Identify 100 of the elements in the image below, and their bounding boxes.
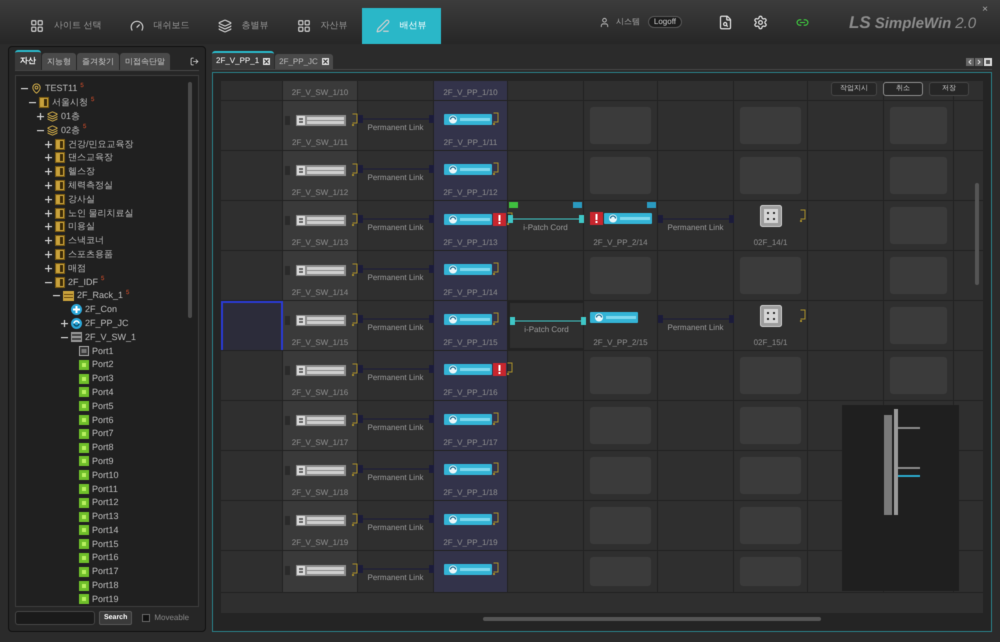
tree-item[interactable]: Port5 [92,402,114,411]
tree-item[interactable]: Port9 [92,456,114,466]
device-label: 2F_V_PP_2/14 [592,239,649,247]
expand-icon[interactable] [44,154,52,162]
tree-item[interactable]: 체력측정실 [68,180,113,190]
tree-item[interactable]: 2F_V_SW_1 [85,332,136,342]
grid-icon [30,19,44,33]
link-label: Permanent Link [366,422,425,434]
expand-icon[interactable] [44,140,52,148]
patch-panel-icon [604,213,652,224]
device-label: 02F_14/1 [752,239,788,247]
expand-icon[interactable] [44,168,52,176]
tree-item[interactable]: 건강/민요교육장 [68,140,134,149]
patch-cord-cell[interactable]: i-Patch Cord [508,201,584,250]
settings-icon[interactable] [753,14,768,30]
connector-icon [352,113,358,127]
tree-item[interactable]: 강사실 [68,194,95,204]
switch-icon [296,514,346,526]
tree-item[interactable]: Port3 [92,374,114,384]
search-field[interactable] [15,611,95,625]
door-icon [55,276,65,288]
tree-item[interactable]: Port1 [92,346,114,356]
tree-item[interactable]: TEST11 [45,84,78,94]
patch-panel-icon [444,514,492,524]
expand-icon[interactable] [44,182,52,189]
panel-tab[interactable]: 자산 [15,50,41,70]
tree-item[interactable]: 미용실 [68,222,95,232]
tree-item[interactable]: 01층 [61,112,80,121]
device-label: 2F_V_PP_1/16 [442,389,499,397]
expand-icon[interactable] [44,196,52,203]
expand-icon[interactable] [44,264,52,272]
tree-item[interactable]: 스포츠용품 [68,250,113,259]
nav-tab[interactable]: 사이트 선택 [16,8,116,44]
tree-item[interactable]: Port14 [92,526,119,535]
patch-panel-icon [590,312,638,323]
tree-item[interactable]: Port19 [92,594,119,604]
tree-item[interactable]: Port11 [92,484,118,494]
document-tab[interactable]: 2F_V_PP_1 [212,51,274,69]
panel-tab[interactable]: 즐겨찾기 [77,53,119,70]
expand-icon[interactable] [44,223,52,230]
connector-icon [800,309,806,323]
close-button[interactable]: × [982,2,988,17]
report-icon[interactable] [718,14,734,30]
tree-item[interactable]: 매점 [68,264,86,273]
expand-icon[interactable] [36,112,44,120]
patch-cord-cell[interactable]: i-Patch Cord [508,301,584,350]
tree-item[interactable]: Port7 [92,429,114,438]
tree-item[interactable]: Port17 [92,567,119,576]
close-icon[interactable] [322,58,329,65]
tree-item[interactable]: 2F_Rack_1 [77,291,124,300]
device-label: 2F_V_SW_1/19 [290,539,350,547]
expand-icon[interactable] [60,320,68,327]
logoff-button[interactable]: Logoff [648,16,682,28]
tree-item[interactable]: Port16 [92,553,119,562]
tree-item[interactable]: 서울시청 [52,98,88,108]
expand-icon[interactable] [44,250,52,258]
device-label: 2F_V_SW_1/18 [290,489,350,497]
window-controls-icon[interactable] [966,58,992,66]
door-icon [55,138,65,150]
tree-item[interactable]: 2F_Con [85,305,118,314]
tree-item[interactable]: 노인 물리치료실 [68,208,134,218]
tree-item[interactable]: Port2 [92,360,114,370]
switch-icon [71,332,82,342]
tree-item[interactable]: 02층 [61,126,80,135]
tree-item[interactable]: 댄스교육장 [68,153,113,162]
grid-icon [296,19,311,33]
tree-item[interactable]: Port13 [92,512,119,522]
export-icon[interactable] [190,57,199,66]
tree-item[interactable]: 2F_IDF [68,278,98,287]
scrollbar-thumb[interactable] [483,617,821,621]
nav-tab[interactable]: 층별뷰 [204,8,283,44]
document-tab[interactable]: 2F_PP_JC [275,54,333,69]
expand-icon[interactable] [44,210,52,217]
connector-icon [507,212,513,226]
tree-item[interactable]: 스낵코너 [68,236,104,246]
scrollbar-thumb[interactable] [975,183,979,285]
tree-item[interactable]: 헬스장 [68,167,95,176]
nav-tab[interactable]: 자산뷰 [282,8,362,44]
scrollbar-thumb[interactable] [188,82,192,318]
sync-icon [71,318,82,329]
patch-panel-icon [444,164,492,174]
tree-item[interactable]: Port18 [92,581,119,590]
tree-item[interactable]: Port15 [92,540,119,549]
nav-tab[interactable]: 대쉬보드 [116,8,204,44]
tree-item[interactable]: Port10 [92,470,119,480]
tree-item[interactable]: 2F_PP_JC [85,318,129,328]
tree-item[interactable]: Port4 [92,388,114,397]
row-header-cell[interactable] [221,301,283,350]
panel-tab[interactable]: 지능형 [42,53,76,70]
tree-item[interactable]: Port12 [92,498,119,508]
close-icon[interactable] [263,58,270,64]
connector-icon [493,562,499,576]
panel-tab[interactable]: 미접속단말 [120,53,170,70]
device-label: 2F_V_SW_1/13 [290,239,350,247]
door-icon [55,194,65,205]
tree-item[interactable]: Port8 [92,443,114,452]
tree-item[interactable]: Port6 [92,416,114,425]
expand-icon[interactable] [44,237,52,244]
link-label: Permanent Link [366,572,425,584]
moveable-checkbox[interactable] [142,614,150,622]
